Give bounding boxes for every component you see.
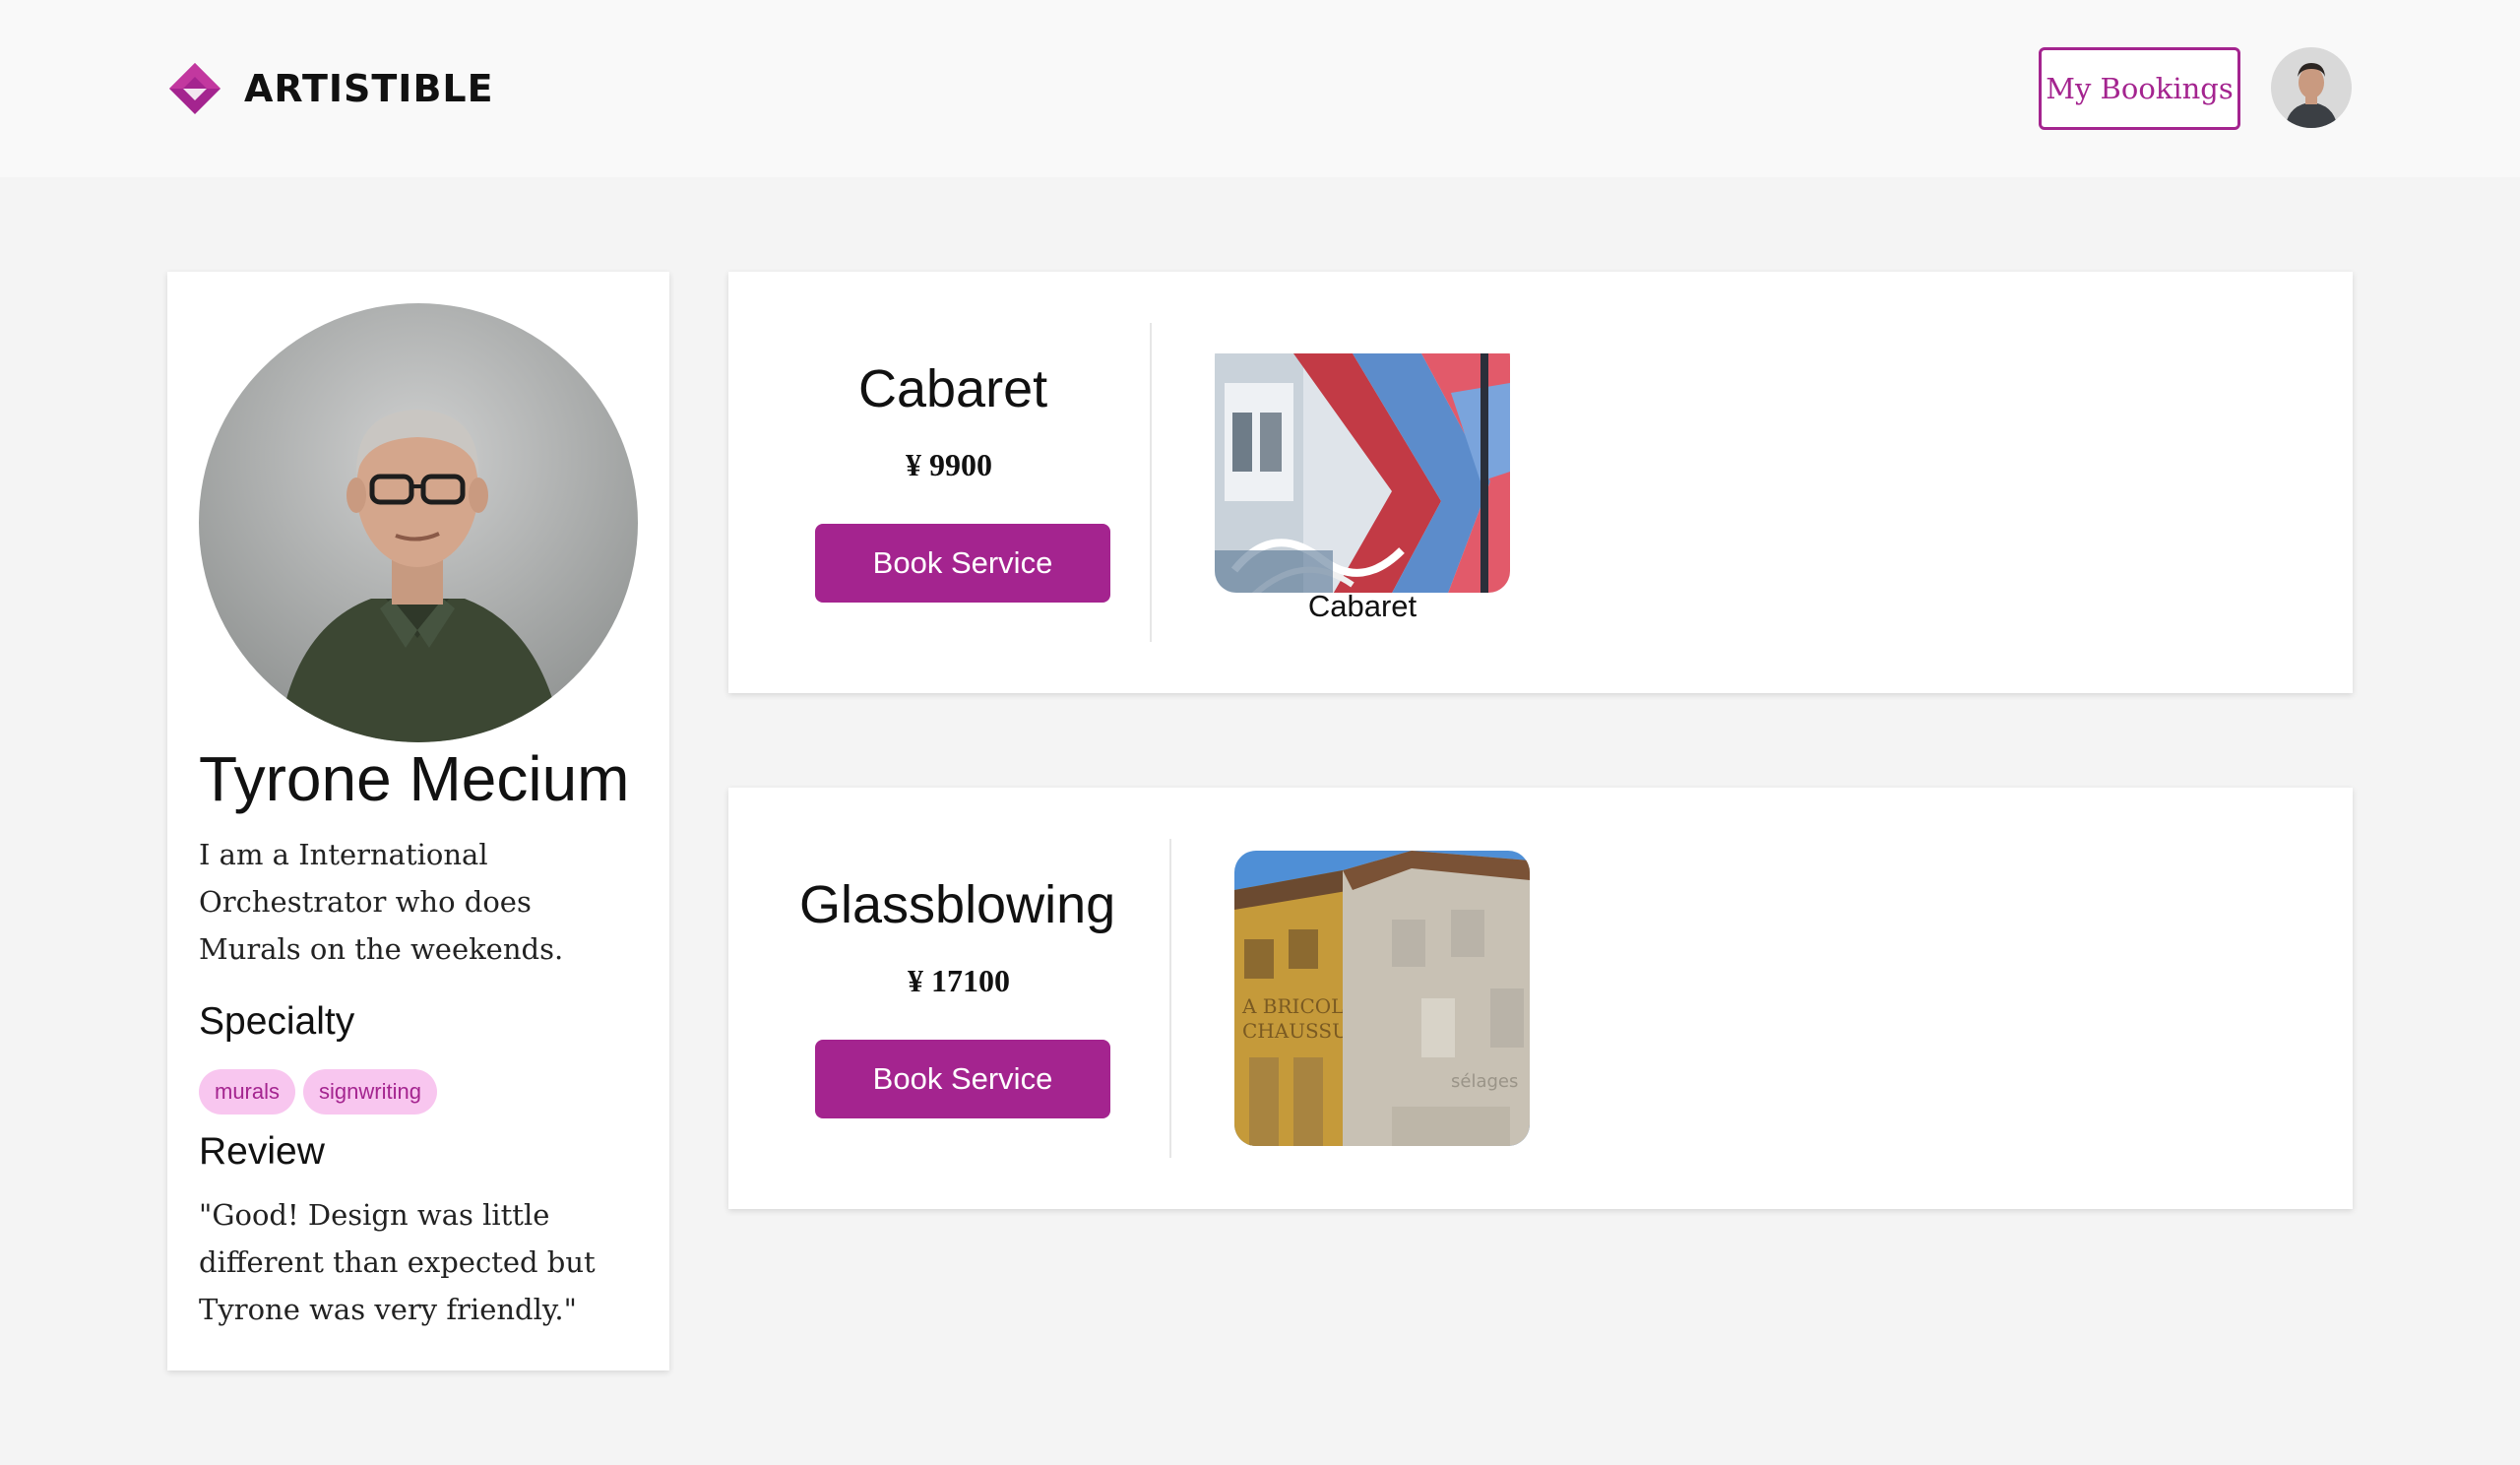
brand-logo[interactable]: ARTISTIBLE: [167, 61, 494, 116]
specialty-heading: Specialty: [199, 1000, 355, 1043]
diamond-logo-icon: [169, 63, 220, 114]
cabaret-artwork-image: [1215, 353, 1510, 593]
service-title: Cabaret: [858, 359, 1048, 418]
brand-name: ARTISTIBLE: [244, 67, 494, 110]
specialty-tag[interactable]: signwriting: [303, 1069, 437, 1115]
glassblowing-building-image: A BRICOL CHAUSSURES sélages: [1234, 851, 1530, 1146]
service-card: Cabaret ¥ 9900 Book Service Cabaret: [728, 272, 2353, 693]
book-service-button[interactable]: Book Service: [815, 524, 1110, 603]
artist-bio: I am a International Orchestrator who do…: [199, 838, 564, 966]
divider: [1169, 839, 1171, 1158]
book-service-button[interactable]: Book Service: [815, 1040, 1110, 1118]
svg-text:A BRICOL: A BRICOL: [1241, 994, 1344, 1018]
service-image[interactable]: A BRICOL CHAUSSURES sélages: [1234, 851, 1530, 1146]
review-heading: Review: [199, 1130, 325, 1173]
specialty-tags: murals signwriting: [199, 1069, 437, 1115]
artist-portrait-image: [199, 303, 638, 742]
service-price: ¥ 9900: [906, 447, 992, 482]
user-avatar-icon: [2271, 47, 2352, 128]
svg-text:sélages: sélages: [1451, 1071, 1518, 1092]
service-card: Glassblowing ¥ 17100 Book Service A BRIC…: [728, 788, 2353, 1209]
top-navbar: ARTISTIBLE My Bookings: [0, 0, 2520, 177]
artist-photo: [199, 303, 638, 742]
specialty-tag[interactable]: murals: [199, 1069, 296, 1115]
artist-name: Tyrone Mecium: [199, 743, 630, 814]
review-text: "Good! Design was little different than …: [199, 1198, 596, 1326]
service-image[interactable]: [1215, 335, 1510, 593]
divider: [1150, 323, 1152, 642]
service-title: Glassblowing: [799, 875, 1116, 934]
service-price: ¥ 17100: [908, 963, 1010, 998]
my-bookings-button[interactable]: My Bookings: [2039, 47, 2240, 130]
user-avatar[interactable]: [2271, 47, 2352, 128]
service-image-caption: Cabaret: [1307, 589, 1418, 623]
